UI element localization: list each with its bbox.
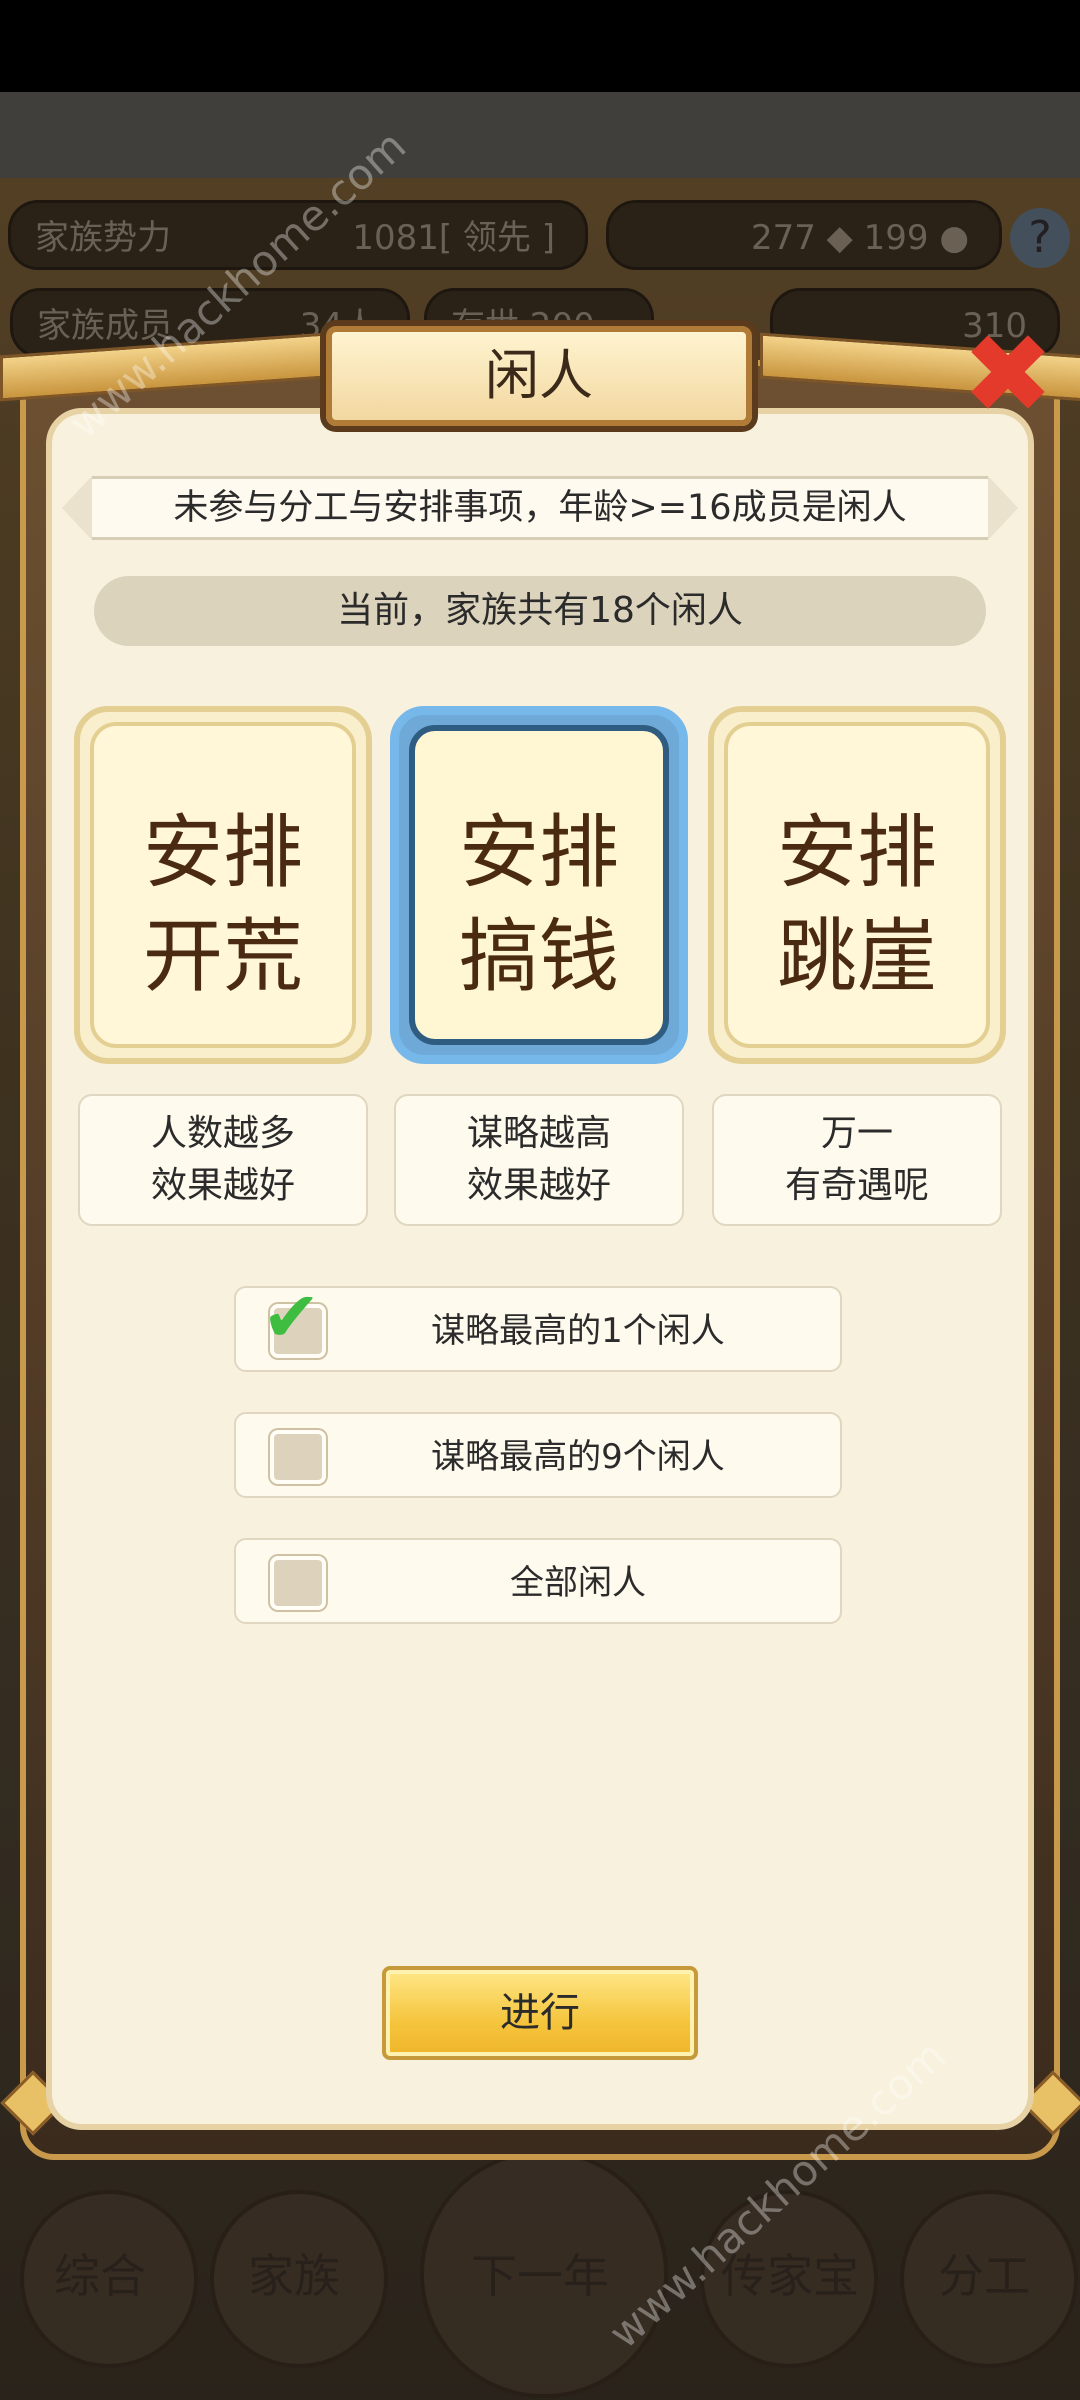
choice-top-9[interactable]: 谋略最高的9个闲人 <box>234 1412 842 1498</box>
notice-ornament-left <box>62 476 92 540</box>
choice-top-1[interactable]: ✔ 谋略最高的1个闲人 <box>234 1276 842 1372</box>
choice-label: 全部闲人 <box>510 1563 646 1603</box>
checkbox-unchecked[interactable] <box>270 1556 326 1610</box>
notice-ornament-right <box>988 476 1018 540</box>
desc-line2: 效果越好 <box>150 1165 295 1206</box>
option-line2: 开荒 <box>143 910 303 1003</box>
desc-line1: 人数越多 <box>150 1113 295 1154</box>
idle-rule-notice: 未参与分工与安排事项，年龄>=16成员是闲人 <box>92 476 988 540</box>
option-desc-make-money: 谋略越高 效果越好 <box>394 1094 684 1226</box>
option-line2: 跳崖 <box>777 910 937 1003</box>
desc-line2: 有奇遇呢 <box>784 1165 929 1206</box>
desc-line1: 万一 <box>820 1113 893 1154</box>
option-card-reclaim[interactable]: 安排 开荒 <box>74 706 372 1064</box>
proceed-button[interactable]: 进行 <box>382 1966 698 2060</box>
idle-count-bar: 当前，家族共有18个闲人 <box>94 576 986 646</box>
option-desc-cliff-jump: 万一 有奇遇呢 <box>712 1094 1002 1226</box>
desc-line1: 谋略越高 <box>466 1113 611 1154</box>
option-line1: 安排 <box>143 806 303 899</box>
status-bar <box>0 0 1080 92</box>
choice-all[interactable]: 全部闲人 <box>234 1538 842 1624</box>
option-desc-reclaim: 人数越多 效果越好 <box>78 1094 368 1226</box>
option-card-make-money[interactable]: 安排 搞钱 <box>390 706 688 1064</box>
dialog-title: 闲人 <box>485 344 593 407</box>
choice-label: 谋略最高的1个闲人 <box>431 1311 725 1351</box>
dialog-panel <box>46 408 1034 2130</box>
check-icon: ✔ <box>262 1276 321 1358</box>
option-line1: 安排 <box>459 806 619 899</box>
option-line1: 安排 <box>777 806 937 899</box>
desc-line2: 效果越好 <box>466 1165 611 1206</box>
choice-label: 谋略最高的9个闲人 <box>431 1437 725 1477</box>
close-button[interactable]: ✖ <box>958 319 1058 429</box>
option-line2: 搞钱 <box>459 910 619 1003</box>
checkbox-unchecked[interactable] <box>270 1430 326 1484</box>
option-card-cliff-jump[interactable]: 安排 跳崖 <box>708 706 1006 1064</box>
